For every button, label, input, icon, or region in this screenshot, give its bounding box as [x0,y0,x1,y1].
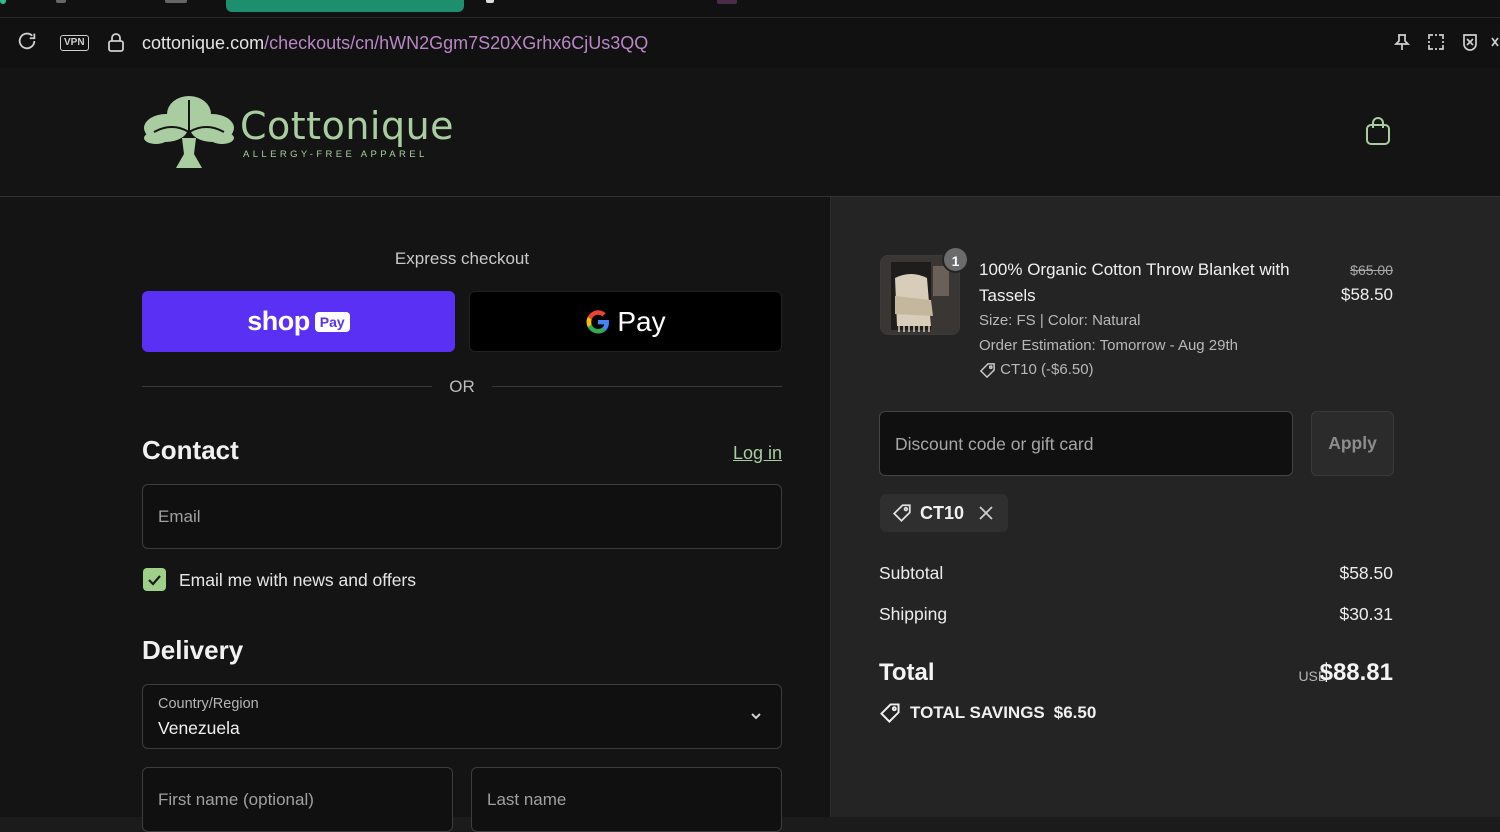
log-in-link[interactable]: Log in [733,443,782,464]
url-path: /checkouts/cn/hWN2Ggm7S20XGrhx6CjUs3QQ [264,33,649,53]
order-summary: 1 100% Organic Cotton Throw Blanket with… [831,197,1500,817]
email-placeholder: Email [158,507,201,526]
or-label: OR [449,377,475,396]
shopping-bag-icon[interactable] [1365,116,1391,146]
store-tagline: ALLERGY-FREE APPAREL [243,149,428,160]
apply-button[interactable]: Apply [1311,411,1394,476]
order-estimation: Order Estimation: Tomorrow - Aug 29th [979,337,1238,354]
tag-icon [880,703,900,723]
tab-fragment[interactable] [486,0,494,3]
store-logo[interactable]: Cottonique ALLERGY-FREE APPAREL [142,92,454,172]
country-label: Country/Region [158,696,259,712]
google-g-icon [586,309,610,333]
country-select[interactable]: Country/Region Venezuela [142,684,782,749]
vpn-badge[interactable]: VPN [60,35,89,51]
contact-heading: Contact [142,435,239,465]
tab-fragment[interactable] [165,0,187,3]
extension-icon[interactable] [1490,32,1500,52]
pin-icon[interactable] [1392,32,1412,52]
total-label: Total [879,659,935,686]
shipping-label: Shipping [879,604,948,624]
url-host: cottonique.com [142,33,265,53]
tab-fragment[interactable] [56,0,66,3]
applied-code: CT10 [920,502,965,523]
subtotal-label: Subtotal [879,563,944,583]
country-value: Venezuela [158,718,240,738]
checkmark-icon [148,575,161,586]
screenshot-icon[interactable] [1426,32,1446,52]
shield-close-icon[interactable] [1460,32,1480,52]
subtotal-value: $58.50 [1339,563,1393,583]
delivery-heading: Delivery [142,635,244,665]
url-field[interactable]: cottonique.com/checkouts/cn/hWN2Ggm7S20X… [142,32,648,54]
active-browser-tab[interactable] [226,0,464,12]
savings-value: $6.50 [1053,703,1097,722]
tag-icon [892,504,911,523]
divider [492,386,782,387]
item-discount: CT10 (-$6.50) [979,361,1094,379]
reload-icon[interactable] [16,30,38,52]
applied-discount-chip: CT10 [880,494,1009,532]
item-discount-label: CT10 (-$6.50) [1000,361,1094,378]
google-pay-button[interactable]: Pay [469,291,782,352]
express-checkout-label: Express checkout [394,249,530,268]
newsletter-label: Email me with news and offers [179,570,417,590]
tag-icon [979,362,995,378]
total-savings: TOTAL SAVINGS $6.50 [879,702,1096,724]
shop-pay-wordmark: shop [247,306,310,336]
shipping-value: $30.31 [1339,604,1393,624]
product-variant: Size: FS | Color: Natural [979,312,1141,329]
store-header: Cottonique ALLERGY-FREE APPAREL [0,68,1500,197]
close-icon[interactable] [976,503,996,523]
first-name-placeholder: First name (optional) [158,790,314,809]
discount-code-input[interactable]: Discount code or gift card [879,411,1293,476]
lock-icon[interactable] [107,32,125,52]
email-field[interactable]: Email [142,484,782,549]
browser-tab-strip [0,0,1500,18]
original-price: $65.00 [1350,262,1393,278]
checkout-form: Express checkout shop Pay Pay OR Contact… [0,197,831,832]
browser-address-bar: VPN cottonique.com/checkouts/cn/hWN2Ggm7… [0,18,1500,68]
store-name: Cottonique [240,104,455,148]
first-name-field[interactable]: First name (optional) [142,767,453,832]
savings-label: TOTAL SAVINGS [910,703,1045,722]
quantity-badge: 1 [942,246,969,273]
tab-indicator[interactable] [0,0,6,4]
shop-pay-badge: Pay [314,311,350,332]
tab-fragment[interactable] [717,0,737,4]
product-title: 100% Organic Cotton Throw Blanket with T… [979,260,1290,305]
google-pay-label: Pay [617,305,666,337]
chevron-down-icon [751,713,761,720]
divider [142,386,432,387]
shop-pay-button[interactable]: shop Pay [142,291,455,352]
last-name-placeholder: Last name [487,790,567,809]
cotton-tree-icon [144,96,234,168]
total-value: $88.81 [1319,659,1393,686]
newsletter-checkbox[interactable] [143,568,166,591]
item-price: $58.50 [1341,285,1393,304]
last-name-field[interactable]: Last name [471,767,782,832]
discount-placeholder: Discount code or gift card [895,434,1094,454]
